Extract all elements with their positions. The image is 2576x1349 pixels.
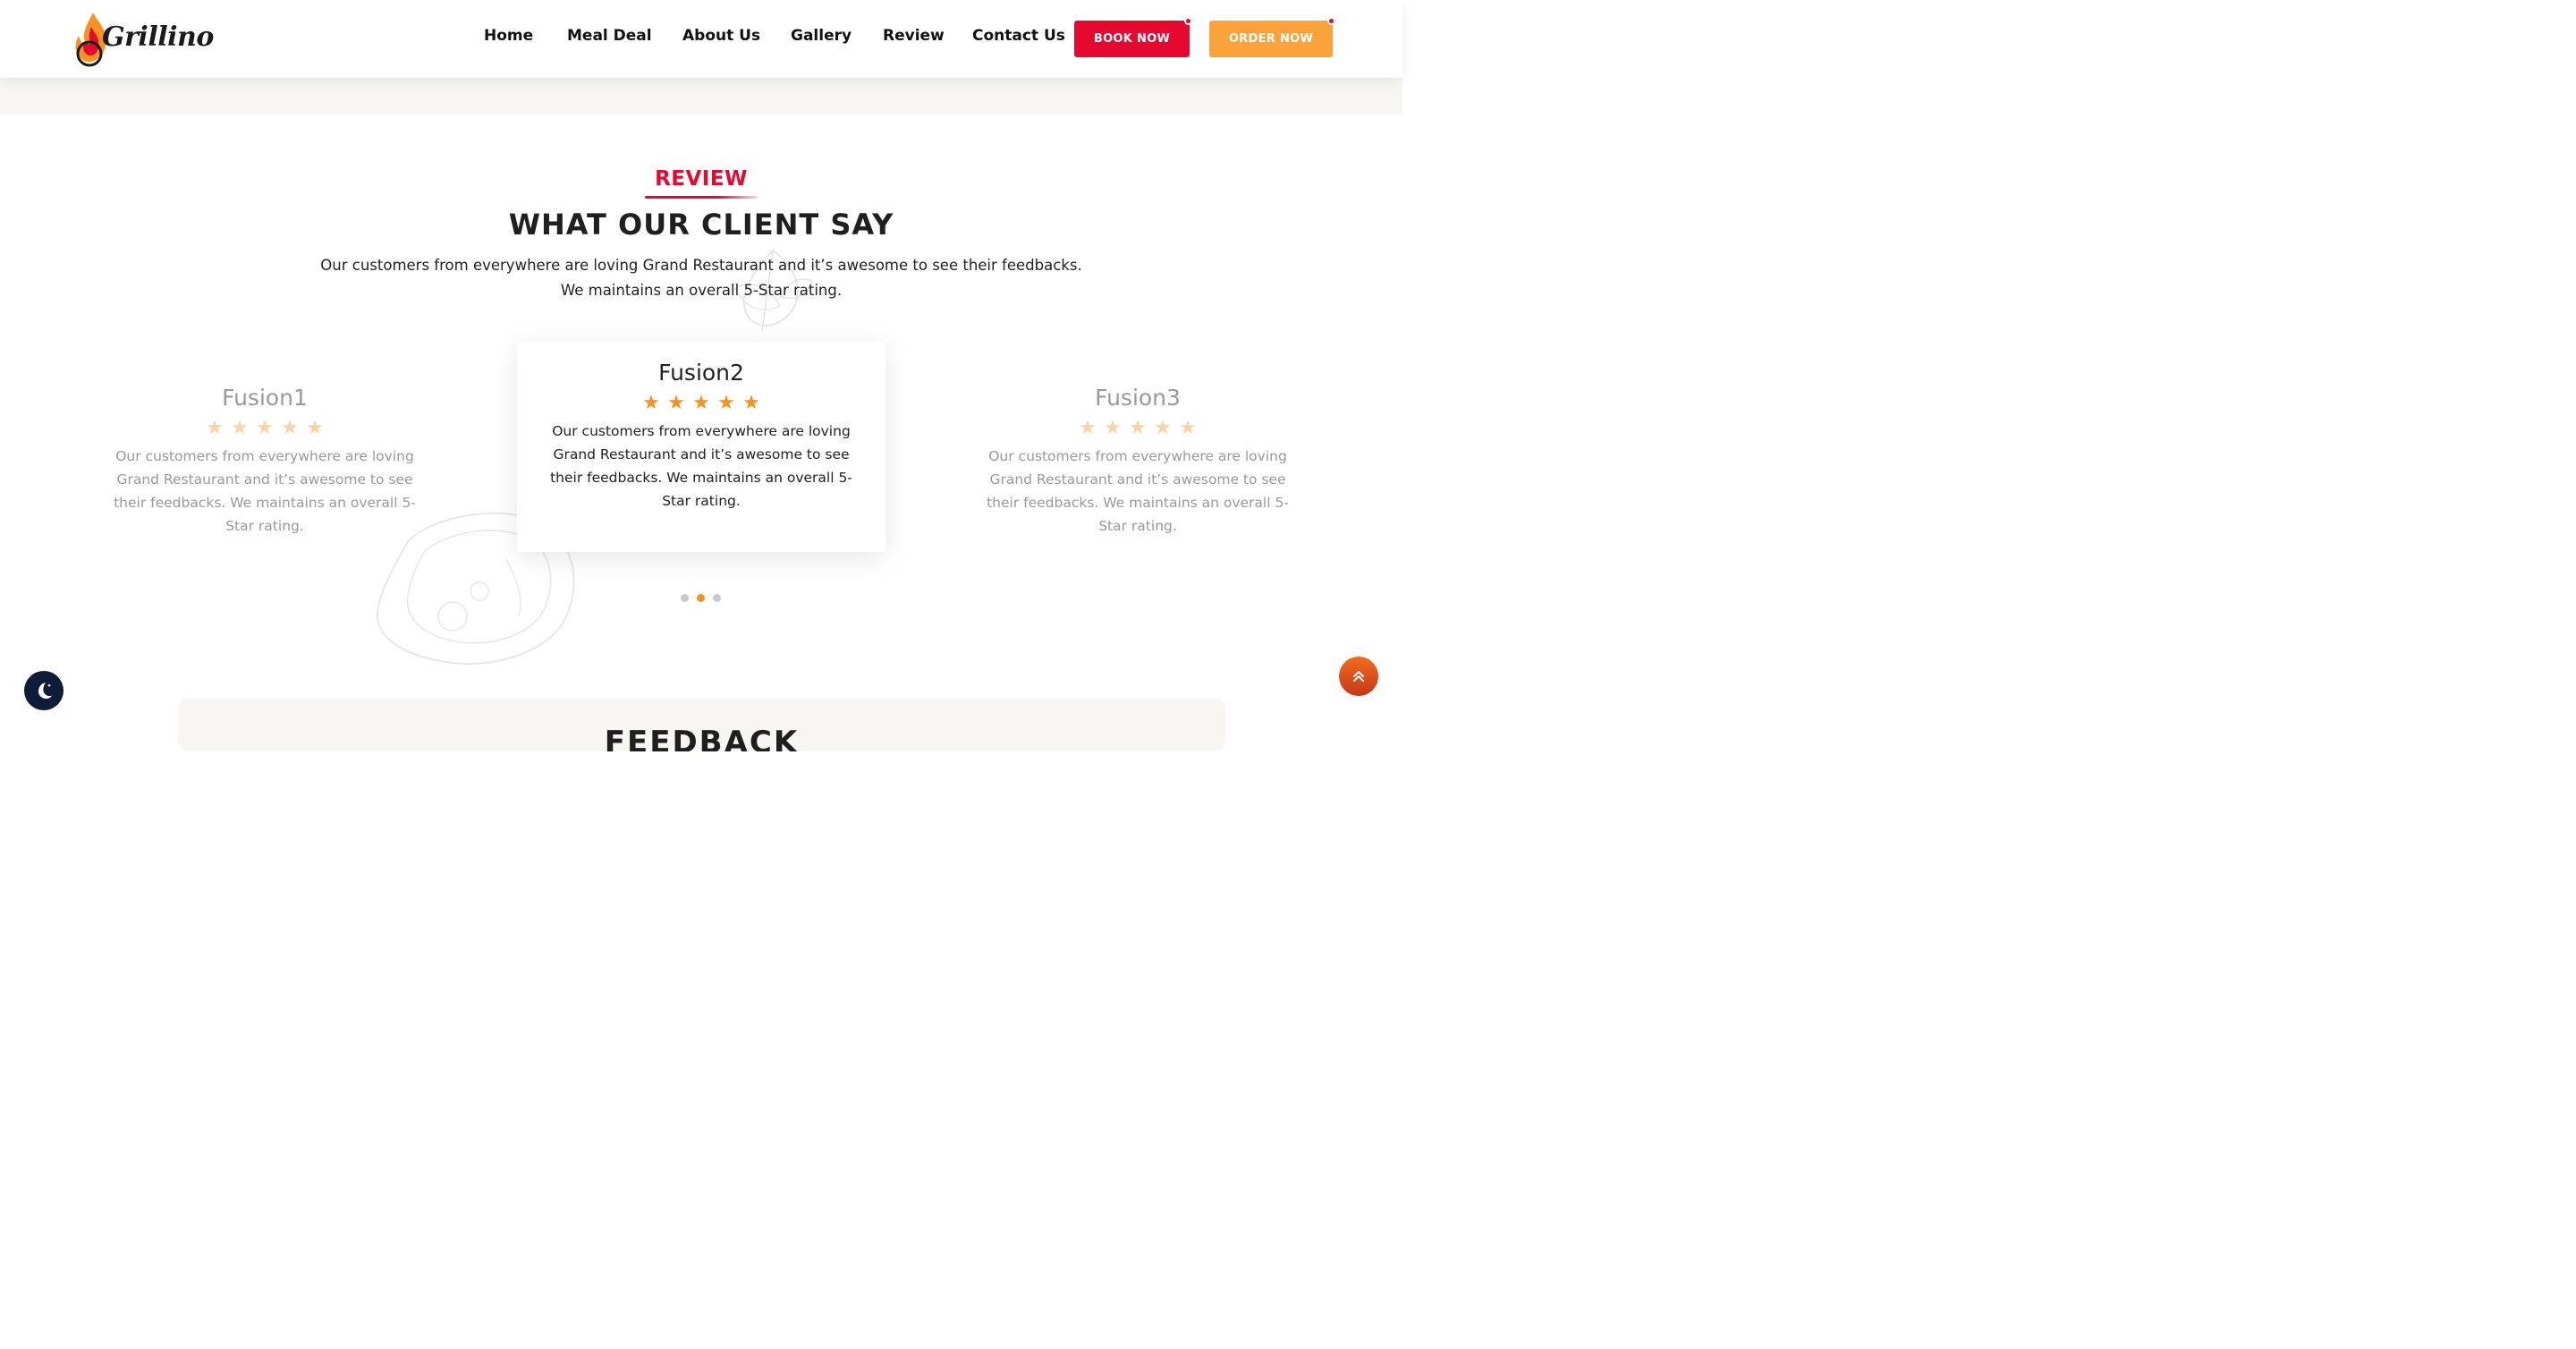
book-now-button[interactable]: BOOK NOW	[1074, 17, 1192, 57]
star-icon: ★	[256, 417, 274, 439]
star-rating: ★ ★ ★ ★ ★	[517, 392, 886, 414]
section-intro: Our customers from everywhere are loving…	[295, 253, 1107, 303]
theme-toggle-button[interactable]	[24, 671, 64, 710]
nav-item-contact-us[interactable]: Contact Us	[972, 27, 1065, 45]
review-text: Our customers from everywhere are loving…	[550, 423, 852, 509]
notification-dot	[1184, 17, 1192, 25]
book-now-label: BOOK NOW	[1093, 32, 1171, 46]
star-icon: ★	[281, 417, 299, 439]
section-eyebrow: REVIEW	[655, 167, 748, 191]
feedback-title: FEEDBACK	[604, 725, 800, 751]
star-icon: ★	[206, 417, 224, 439]
reviewer-name: Fusion2	[658, 360, 744, 386]
nav-item-review[interactable]: Review	[883, 27, 945, 45]
star-rating: ★ ★ ★ ★ ★	[104, 417, 426, 439]
order-now-label: ORDER NOW	[1228, 32, 1314, 46]
star-icon: ★	[1179, 417, 1197, 439]
star-icon: ★	[1079, 417, 1097, 439]
star-icon: ★	[1129, 417, 1147, 439]
brand-name: Grillino	[102, 21, 214, 53]
nav-item-about-us[interactable]: About Us	[682, 27, 760, 45]
star-icon: ★	[642, 392, 660, 414]
star-icon: ★	[742, 392, 760, 414]
carousel-pagination	[681, 594, 721, 602]
review-text: Our customers from everywhere are loving…	[114, 448, 416, 534]
star-icon: ★	[1154, 417, 1172, 439]
star-icon: ★	[692, 392, 710, 414]
star-icon: ★	[1104, 417, 1122, 439]
nav-item-meal-deal[interactable]: Meal Deal	[567, 27, 652, 45]
star-icon: ★	[306, 417, 324, 439]
star-icon: ★	[231, 417, 249, 439]
review-text: Our customers from everywhere are loving…	[987, 448, 1289, 534]
review-card-active[interactable]: Fusion2 ★ ★ ★ ★ ★ Our customers from eve…	[517, 342, 886, 552]
moon-icon	[38, 683, 52, 699]
site-header: Grillino Home Meal Deal About Us Gallery…	[0, 0, 1402, 78]
section-heading: WHAT OUR CLIENT SAY	[508, 208, 894, 242]
carousel-dot-3[interactable]	[713, 594, 721, 602]
star-rating: ★ ★ ★ ★ ★	[977, 417, 1299, 439]
reviewer-name: Fusion3	[1095, 385, 1181, 411]
star-icon: ★	[717, 392, 735, 414]
intro-line-1: Our customers from everywhere are loving…	[320, 257, 1082, 274]
carousel-dot-2[interactable]	[697, 594, 705, 602]
review-card[interactable]: Fusion1 ★ ★ ★ ★ ★ Our customers from eve…	[104, 385, 426, 538]
notification-dot	[1327, 17, 1335, 25]
feedback-section: FEEDBACK	[178, 698, 1225, 751]
intro-line-2: We maintains an overall 5-Star rating.	[560, 282, 843, 299]
eyebrow-underline	[645, 196, 758, 199]
nav-item-home[interactable]: Home	[484, 27, 533, 45]
header-band	[0, 78, 1402, 115]
nav-item-gallery[interactable]: Gallery	[791, 27, 852, 45]
review-card[interactable]: Fusion3 ★ ★ ★ ★ ★ Our customers from eve…	[977, 385, 1299, 538]
brand-logo[interactable]: Grillino	[72, 9, 214, 70]
double-chevron-up-icon	[1353, 671, 1364, 682]
reviewer-name: Fusion1	[222, 385, 308, 411]
order-now-button[interactable]: ORDER NOW	[1209, 17, 1335, 57]
star-icon: ★	[667, 392, 685, 414]
scroll-to-top-button[interactable]	[1339, 657, 1378, 696]
carousel-dot-1[interactable]	[681, 594, 689, 602]
